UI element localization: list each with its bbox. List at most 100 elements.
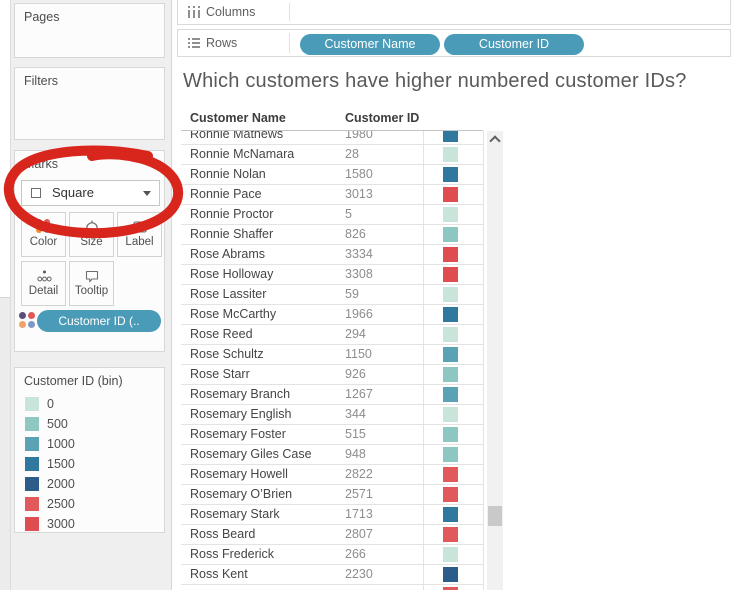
- square-mark[interactable]: [443, 327, 458, 342]
- legend-item[interactable]: 0: [15, 394, 164, 414]
- table-row[interactable]: Rose Abrams 3334: [181, 245, 483, 265]
- square-mark[interactable]: [443, 447, 458, 462]
- customer-id-cell: 1267: [345, 387, 373, 401]
- label-button[interactable]: Label: [117, 212, 162, 257]
- size-icon: [84, 219, 100, 235]
- customer-id-cell: 926: [345, 367, 366, 381]
- table-row[interactable]: Ross Beard 2807: [181, 525, 483, 545]
- legend-swatch: [25, 477, 39, 491]
- square-mark[interactable]: [443, 467, 458, 482]
- square-mark[interactable]: [443, 147, 458, 162]
- square-mark[interactable]: [443, 347, 458, 362]
- legend-item[interactable]: 2500: [15, 494, 164, 514]
- square-mark[interactable]: [443, 287, 458, 302]
- square-mark[interactable]: [443, 267, 458, 282]
- table-row[interactable]: Ronnie Mathews 1980: [181, 131, 483, 145]
- table-row[interactable]: Rose Schultz 1150: [181, 345, 483, 365]
- customer-name-cell: Ronnie Nolan: [190, 167, 266, 181]
- encoding-pill-customer-id[interactable]: Customer ID (..: [37, 310, 161, 332]
- table-row[interactable]: Rose Holloway 3308: [181, 265, 483, 285]
- customer-name-cell: Ronnie Shaffer: [190, 227, 274, 241]
- pages-shelf[interactable]: Pages: [14, 3, 165, 58]
- scroll-up-button[interactable]: [487, 131, 503, 147]
- customer-id-cell: 1713: [345, 507, 373, 521]
- square-mark[interactable]: [443, 167, 458, 182]
- customer-id-cell: 515: [345, 427, 366, 441]
- columns-shelf[interactable]: Columns: [177, 0, 731, 25]
- square-mark[interactable]: [443, 247, 458, 262]
- columns-shelf-label: Columns: [206, 5, 256, 19]
- chevron-down-icon[interactable]: [143, 191, 151, 196]
- customer-name-cell: Rosemary Howell: [190, 467, 288, 481]
- marks-label: Marks: [24, 157, 59, 171]
- left-edge-strip-lower: [0, 297, 10, 590]
- table-row[interactable]: Rosemary Foster 515: [181, 425, 483, 445]
- customer-id-cell: 3334: [345, 247, 373, 261]
- color-button[interactable]: Color: [21, 212, 66, 257]
- tooltip-button[interactable]: Tooltip: [69, 261, 114, 306]
- legend-item[interactable]: 2000: [15, 474, 164, 494]
- square-mark[interactable]: [443, 307, 458, 322]
- table-row[interactable]: Ronnie Proctor 5: [181, 205, 483, 225]
- vertical-scrollbar[interactable]: [487, 131, 503, 590]
- table-row[interactable]: Rose Starr 926: [181, 365, 483, 385]
- table-row[interactable]: Rosemary English 344: [181, 405, 483, 425]
- square-mark[interactable]: [443, 187, 458, 202]
- table-row[interactable]: Ronnie Shaffer 826: [181, 225, 483, 245]
- table-row[interactable]: Rose McCarthy 1966: [181, 305, 483, 325]
- size-button[interactable]: Size: [69, 212, 114, 257]
- mark-type-dropdown[interactable]: Square: [21, 180, 160, 206]
- square-mark[interactable]: [443, 367, 458, 382]
- table-row[interactable]: Rosemary Stark 1713: [181, 505, 483, 525]
- customer-name-cell: Ross Kent: [190, 567, 248, 581]
- table-row[interactable]: Rosemary Giles Case 948: [181, 445, 483, 465]
- size-button-label: Size: [80, 236, 103, 248]
- table-row[interactable]: Rosemary Branch 1267: [181, 385, 483, 405]
- table-row[interactable]: Rose Reed 294: [181, 325, 483, 345]
- table-row[interactable]: Ronnie Nolan 1580: [181, 165, 483, 185]
- square-mark[interactable]: [443, 387, 458, 402]
- tableau-worksheet: Pages Filters Marks Square Color Size La…: [0, 0, 731, 590]
- table-row[interactable]: Ross Frederick 266: [181, 545, 483, 565]
- rows-pill-customer-id[interactable]: Customer ID: [444, 34, 584, 55]
- customer-name-cell: Rosemary Branch: [190, 387, 291, 401]
- customer-name-cell: Rose Schultz: [190, 347, 264, 361]
- detail-button[interactable]: Detail: [21, 261, 66, 306]
- legend-item[interactable]: 1000: [15, 434, 164, 454]
- detail-button-label: Detail: [28, 285, 59, 297]
- square-mark[interactable]: [443, 547, 458, 562]
- customer-name-cell: Ronnie Mathews: [190, 131, 284, 141]
- table-row[interactable]: Ronnie Pace 3013: [181, 185, 483, 205]
- rows-pill-customer-name[interactable]: Customer Name: [300, 34, 440, 55]
- customer-id-cell: 28: [345, 147, 359, 161]
- square-mark[interactable]: [443, 567, 458, 582]
- column-header-customer-id[interactable]: Customer ID: [345, 111, 419, 125]
- square-mark[interactable]: [443, 427, 458, 442]
- table-row[interactable]: Ross Kent 2230: [181, 565, 483, 585]
- customer-id-cell: 1150: [345, 347, 372, 361]
- table-row[interactable]: Ronnie McNamara 28: [181, 145, 483, 165]
- square-mark[interactable]: [443, 507, 458, 522]
- legend-item[interactable]: 3000: [15, 514, 164, 534]
- scrollbar-thumb[interactable]: [488, 506, 502, 526]
- column-header-customer-name[interactable]: Customer Name: [190, 111, 286, 125]
- square-mark[interactable]: [443, 407, 458, 422]
- customer-id-cell: 2571: [345, 487, 373, 501]
- table-row[interactable]: Rose Lassiter 59: [181, 285, 483, 305]
- square-mark[interactable]: [443, 527, 458, 542]
- square-mark[interactable]: [443, 131, 458, 142]
- table-row[interactable]: Rosemary Howell 2822: [181, 465, 483, 485]
- customer-name-cell: Rose Starr: [190, 367, 250, 381]
- legend-swatch: [25, 517, 39, 531]
- customer-name-cell: Ronnie Pace: [190, 187, 262, 201]
- legend-item[interactable]: 500: [15, 414, 164, 434]
- customer-id-cell: 1980: [345, 131, 373, 141]
- legend-item[interactable]: 1500: [15, 454, 164, 474]
- square-mark[interactable]: [443, 487, 458, 502]
- table-row[interactable]: Rosemary O’Brien 2571: [181, 485, 483, 505]
- square-mark[interactable]: [443, 207, 458, 222]
- table-row-partial[interactable]: [181, 585, 483, 590]
- square-mark[interactable]: [443, 227, 458, 242]
- square-mark-icon: [31, 188, 41, 198]
- filters-shelf[interactable]: Filters: [14, 67, 165, 140]
